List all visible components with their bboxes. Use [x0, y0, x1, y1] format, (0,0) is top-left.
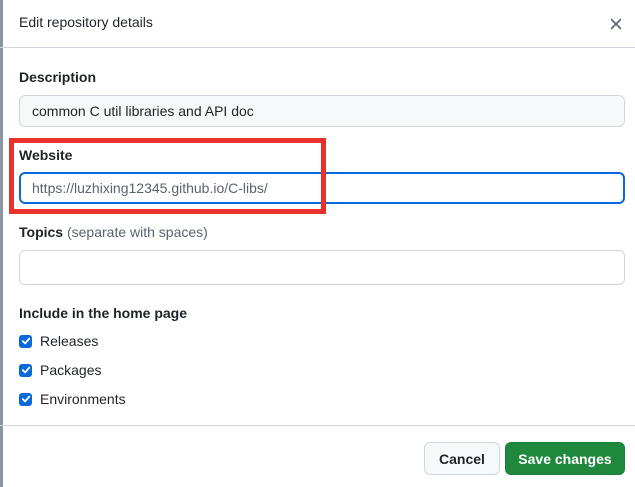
- dialog-title: Edit repository details: [19, 14, 153, 30]
- packages-checkbox[interactable]: [19, 363, 32, 377]
- dialog-header: Edit repository details: [0, 0, 635, 48]
- cancel-button[interactable]: Cancel: [424, 442, 500, 475]
- checkmark-icon: [21, 337, 30, 345]
- environments-option[interactable]: Environments: [19, 390, 126, 408]
- website-input[interactable]: [19, 172, 625, 204]
- description-label: Description: [19, 69, 97, 85]
- environments-label: Environments: [40, 391, 126, 407]
- dialog-left-edge: [0, 0, 3, 487]
- topics-label: Topics (separate with spaces): [19, 224, 208, 240]
- releases-checkbox[interactable]: [19, 334, 32, 348]
- edit-repository-dialog: Edit repository details Description Webs…: [0, 0, 635, 487]
- dialog-footer: Cancel Save changes: [0, 425, 635, 487]
- website-label: Website: [19, 147, 73, 163]
- checkmark-icon: [21, 366, 30, 374]
- releases-label: Releases: [40, 333, 99, 349]
- close-icon: [610, 18, 622, 30]
- environments-checkbox[interactable]: [19, 392, 32, 406]
- packages-label: Packages: [40, 362, 102, 378]
- checkmark-icon: [21, 395, 30, 403]
- packages-option[interactable]: Packages: [19, 361, 101, 379]
- topics-note: (separate with spaces): [66, 224, 208, 240]
- close-button[interactable]: [604, 12, 628, 36]
- topics-input[interactable]: [19, 250, 625, 285]
- releases-option[interactable]: Releases: [19, 332, 98, 350]
- save-changes-button[interactable]: Save changes: [505, 442, 625, 475]
- topics-label-text: Topics: [19, 224, 64, 240]
- description-input[interactable]: [19, 95, 625, 127]
- home-page-heading: Include in the home page: [19, 305, 188, 321]
